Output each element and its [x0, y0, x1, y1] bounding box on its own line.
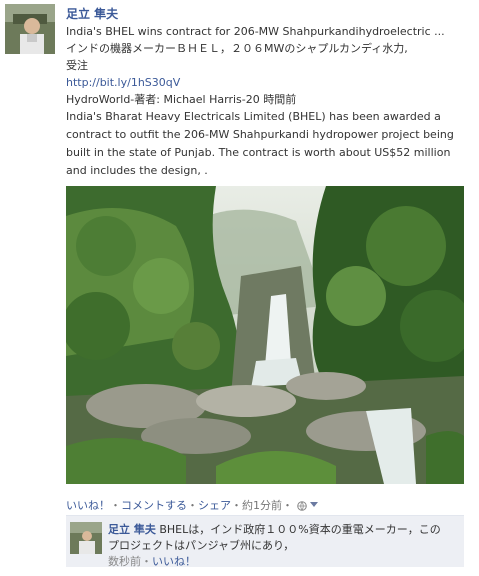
chevron-down-icon[interactable] [310, 498, 318, 511]
commenter-name[interactable]: 足立 隼夫 [108, 523, 156, 536]
post-text-jp-line1: インドの機器メーカーＢＨＥＬ，２０６MWのシャプルカンディ水力, [66, 42, 408, 55]
separator: ・ [231, 499, 242, 512]
separator: ・ [110, 499, 121, 512]
separator: ・ [141, 555, 152, 568]
comment-item: 足立 隼夫 BHELは，インド政府１００%資本の重電メーカー，この プロジェクト… [66, 515, 464, 570]
comment-link[interactable]: コメントする [121, 499, 187, 512]
separator: ・ [282, 499, 293, 512]
post-action-bar: いいね！・コメントする・シェア・約1分前・ [66, 497, 318, 514]
post-timestamp[interactable]: 約1分前 [242, 499, 282, 512]
post-photo-waterfall[interactable] [66, 186, 464, 484]
comment-text-line1: BHELは，インド政府１００%資本の重電メーカー，この [159, 523, 441, 536]
shared-link-url[interactable]: http://bit.ly/1hS30qV [66, 74, 474, 91]
comment-timestamp[interactable]: 数秒前 [108, 555, 141, 568]
separator: ・ [187, 499, 198, 512]
comment-text-line2: プロジェクトはパンジャブ州にあり， [108, 539, 295, 552]
commenter-avatar[interactable] [70, 522, 102, 554]
link-source: HydroWorld-著者: Michael Harris-20 時間前 [66, 93, 297, 106]
link-summary: India's Bharat Heavy Electricals Limited… [66, 110, 454, 177]
globe-icon[interactable] [296, 501, 307, 514]
comment-like-link[interactable]: いいね！ [152, 555, 196, 568]
like-link[interactable]: いいね！ [66, 499, 110, 512]
author-avatar[interactable] [5, 4, 55, 54]
comment-body: 足立 隼夫 BHELは，インド政府１００%資本の重電メーカー，この プロジェクト… [108, 522, 458, 570]
author-name[interactable]: 足立 隼夫 [66, 5, 118, 22]
share-link[interactable]: シェア [198, 499, 231, 512]
post-text-jp-line2: 受注 [66, 59, 88, 72]
link-title[interactable]: India's BHEL wins contract for 206-MW Sh… [66, 23, 474, 40]
post-body: India's BHEL wins contract for 206-MW Sh… [66, 23, 474, 180]
